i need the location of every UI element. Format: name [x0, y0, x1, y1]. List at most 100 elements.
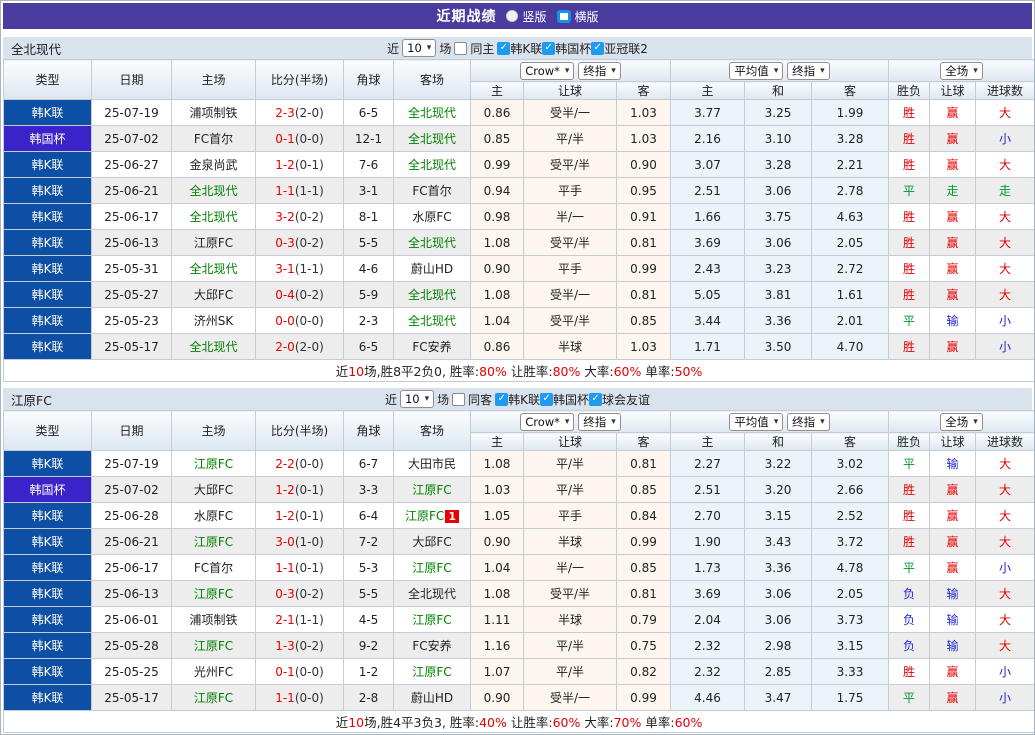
- league-checkbox[interactable]: ✓: [497, 42, 510, 55]
- average-group-header: 平均值▾ 终指▾: [671, 411, 889, 433]
- scope-select[interactable]: 全场▾: [940, 413, 983, 431]
- score-cell: 2-2(0-0): [256, 451, 344, 477]
- average-select[interactable]: 平均值▾: [729, 62, 783, 80]
- same-venue-checkbox[interactable]: [452, 393, 465, 406]
- radio-vertical-icon[interactable]: [506, 10, 518, 22]
- away-cell: 全北现代: [394, 152, 471, 178]
- odds-handicap-cell: 平手: [524, 256, 617, 282]
- chevron-down-icon: ▾: [820, 66, 825, 76]
- chevron-down-icon: ▾: [820, 417, 825, 427]
- avg-away-cell: 2.05: [812, 230, 889, 256]
- away-cell: FC首尔: [394, 178, 471, 204]
- chevron-down-icon: ▾: [565, 417, 570, 427]
- halftime-score: (0-2): [295, 210, 324, 224]
- chevron-down-icon: ▾: [774, 417, 779, 427]
- odds-home-cell: 0.94: [471, 178, 524, 204]
- away-team: 江原FC: [412, 613, 451, 627]
- result-cell: 胜: [889, 204, 930, 230]
- handicap-result-cell: 赢: [930, 503, 976, 529]
- league-checkbox[interactable]: ✓: [591, 42, 604, 55]
- table-row: 韩K联25-05-31全北现代3-1(1-1)4-6蔚山HD0.90平手0.99…: [4, 256, 1035, 282]
- final-index-select-2[interactable]: 终指▾: [787, 413, 830, 431]
- table-row: 韩K联25-06-27金泉尚武1-2(0-1)7-6全北现代0.99受平/半0.…: [4, 152, 1035, 178]
- odds-handicap-cell: 受平/半: [524, 152, 617, 178]
- chevron-down-icon: ▾: [611, 417, 616, 427]
- away-cell: 江原FC: [394, 659, 471, 685]
- avg-home-cell: 1.66: [671, 204, 745, 230]
- date-cell: 25-05-27: [92, 282, 172, 308]
- layout-radio-horizontal[interactable]: 横版: [557, 8, 599, 25]
- score-cell: 1-2(0-1): [256, 477, 344, 503]
- handicap-result-cell: 赢: [930, 529, 976, 555]
- league-checkbox[interactable]: ✓: [589, 393, 602, 406]
- table-row: 韩K联25-05-28江原FC1-3(0-2)9-2FC安养1.16平/半0.7…: [4, 633, 1035, 659]
- odds-handicap-cell: 平/半: [524, 126, 617, 152]
- goals-result-cell: 小: [976, 685, 1035, 711]
- corner-cell: 12-1: [344, 126, 394, 152]
- odds-home-cell: 1.04: [471, 555, 524, 581]
- away-team: FC安养: [412, 340, 451, 354]
- avg-draw-cell: 3.47: [745, 685, 812, 711]
- result-cell: 胜: [889, 503, 930, 529]
- league-checkbox[interactable]: ✓: [495, 393, 508, 406]
- avg-home-cell: 2.32: [671, 633, 745, 659]
- fulltime-score: 2-0: [275, 340, 295, 354]
- league-checkbox[interactable]: ✓: [540, 393, 553, 406]
- league-checkbox[interactable]: ✓: [542, 42, 555, 55]
- radio-horizontal-icon[interactable]: [557, 10, 571, 23]
- filter-suffix-label: 场: [439, 40, 451, 57]
- filter-controls: 近 10▾ 场 同主 ✓韩K联✓韩国杯✓亚冠联2: [3, 39, 1032, 57]
- away-cell: 大邱FC: [394, 529, 471, 555]
- goals-result-cell: 小: [976, 334, 1035, 360]
- away-team: 全北现代: [408, 106, 456, 120]
- odds-handicap-cell: 半球: [524, 529, 617, 555]
- scope-select[interactable]: 全场▾: [940, 62, 983, 80]
- home-team: 光州FC: [194, 665, 233, 679]
- chevron-down-icon: ▾: [425, 394, 430, 404]
- final-index-select-2[interactable]: 终指▾: [787, 62, 830, 80]
- type-cell: 韩K联: [4, 503, 92, 529]
- away-cell: 大田市民: [394, 451, 471, 477]
- recent-count-select[interactable]: 10▾: [402, 39, 436, 57]
- table-row: 韩K联25-06-13江原FC0-3(0-2)5-5全北现代1.08受平/半0.…: [4, 581, 1035, 607]
- away-cell: 蔚山HD: [394, 256, 471, 282]
- result-cell: 负: [889, 633, 930, 659]
- bookmaker-select[interactable]: Crow*▾: [520, 413, 574, 431]
- handicap-result-cell: 输: [930, 607, 976, 633]
- odds-home-cell: 1.16: [471, 633, 524, 659]
- halftime-score: (1-1): [295, 613, 324, 627]
- handicap-result-cell: 输: [930, 581, 976, 607]
- layout-radio-vertical[interactable]: 竖版: [506, 8, 546, 25]
- home-team: 浦项制铁: [189, 106, 237, 120]
- same-venue-checkbox[interactable]: [454, 42, 467, 55]
- home-team: 全北现代: [189, 184, 237, 198]
- final-index-select[interactable]: 终指▾: [578, 62, 621, 80]
- avg-draw-cell: 3.50: [745, 334, 812, 360]
- bookmaker-select[interactable]: Crow*▾: [520, 62, 574, 80]
- summary-part: 单率:: [641, 715, 674, 730]
- corner-cell: 2-8: [344, 685, 394, 711]
- title-bar: 近期战绩 竖版 横版: [3, 3, 1032, 29]
- avg-home-cell: 2.27: [671, 451, 745, 477]
- corner-cell: 1-2: [344, 659, 394, 685]
- type-cell: 韩K联: [4, 308, 92, 334]
- scope-group-header: 全场▾: [889, 411, 1035, 433]
- recent-count-select[interactable]: 10▾: [400, 390, 434, 408]
- avg-draw-cell: 2.98: [745, 633, 812, 659]
- fulltime-score: 0-1: [275, 132, 295, 146]
- summary-part: 近: [336, 364, 349, 379]
- away-team: 全北现代: [408, 587, 456, 601]
- average-select[interactable]: 平均值▾: [729, 413, 783, 431]
- table-row: 韩K联25-07-19浦项制铁2-3(2-0)6-5全北现代0.86受半/一1.…: [4, 100, 1035, 126]
- score-cell: 0-3(0-2): [256, 581, 344, 607]
- odds-home-cell: 1.07: [471, 659, 524, 685]
- date-cell: 25-07-02: [92, 126, 172, 152]
- date-cell: 25-06-13: [92, 230, 172, 256]
- final-index-select[interactable]: 终指▾: [578, 413, 621, 431]
- avg-away-cell: 2.05: [812, 581, 889, 607]
- league-label: 韩K联: [508, 391, 540, 408]
- corner-cell: 7-6: [344, 152, 394, 178]
- avg-draw-cell: 3.36: [745, 555, 812, 581]
- table-row: 韩K联25-05-17江原FC1-1(0-0)2-8蔚山HD0.90受半/一0.…: [4, 685, 1035, 711]
- type-cell: 韩K联: [4, 581, 92, 607]
